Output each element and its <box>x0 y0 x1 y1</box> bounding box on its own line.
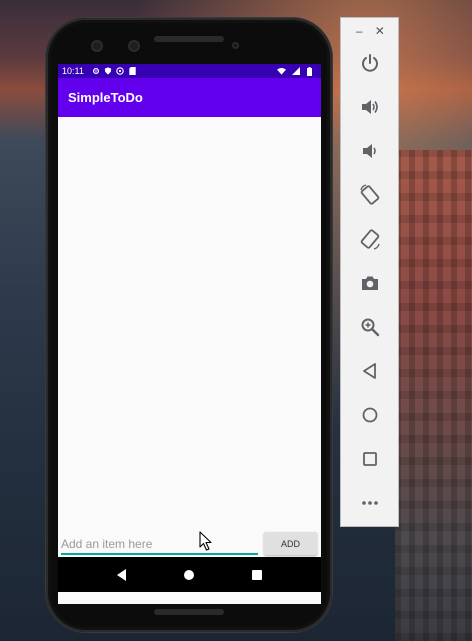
camera-icon <box>362 276 378 290</box>
volume-down-icon <box>363 144 376 158</box>
rotate-right-button[interactable] <box>357 226 383 252</box>
back-icon <box>363 363 376 379</box>
front-sensor-icon <box>128 40 140 52</box>
at-icon <box>116 67 125 76</box>
add-button[interactable]: ADD <box>264 532 317 555</box>
zoom-button[interactable] <box>357 314 383 340</box>
bottom-speaker <box>154 609 224 615</box>
sd-card-icon <box>128 67 137 76</box>
mouse-cursor-icon <box>199 531 212 551</box>
top-speaker <box>154 36 224 42</box>
phone-screen: 10:11 SimpleToDo Add an item here ADD <box>58 64 321 604</box>
android-nav-bar <box>58 557 321 592</box>
status-right-icons <box>277 66 317 76</box>
status-time: 10:11 <box>62 66 84 76</box>
emulator-phone-frame: 10:11 SimpleToDo Add an item here ADD <box>46 18 332 632</box>
nav-back-button[interactable] <box>110 563 134 587</box>
screenshot-button[interactable] <box>357 270 383 296</box>
volume-down-button[interactable] <box>357 138 383 164</box>
front-camera-icon <box>91 40 103 52</box>
overview-icon <box>363 452 377 466</box>
rotate-left-button[interactable] <box>357 182 383 208</box>
more-button[interactable] <box>357 490 383 516</box>
emulator-toolbar: – ✕ <box>340 17 399 527</box>
toolbar-back-button[interactable] <box>357 358 383 384</box>
rotate-left-icon <box>360 184 380 205</box>
power-icon <box>362 54 378 72</box>
todo-list[interactable] <box>58 117 321 529</box>
minimize-icon[interactable]: – <box>352 24 366 38</box>
proximity-sensor-icon <box>232 42 239 49</box>
home-icon <box>362 407 378 423</box>
power-button[interactable] <box>357 50 383 76</box>
volume-up-icon <box>362 100 378 114</box>
close-icon[interactable]: ✕ <box>373 24 387 38</box>
app-title: SimpleToDo <box>68 90 143 105</box>
rotate-right-icon <box>360 229 380 250</box>
add-item-row: ADD <box>58 529 321 556</box>
signal-icon <box>291 67 300 76</box>
nav-recents-button[interactable] <box>245 563 269 587</box>
add-item-input[interactable] <box>61 535 258 555</box>
nav-home-button[interactable] <box>177 563 201 587</box>
back-icon <box>116 568 126 581</box>
home-icon <box>184 569 195 580</box>
shield-icon <box>104 67 113 76</box>
app-bar: SimpleToDo <box>58 78 321 117</box>
battery-icon <box>305 66 314 76</box>
volume-up-button[interactable] <box>357 94 383 120</box>
wallpaper-town <box>395 150 472 641</box>
more-icon <box>362 501 378 505</box>
toolbar-overview-button[interactable] <box>357 446 383 472</box>
recents-icon <box>252 569 263 580</box>
toolbar-window-controls: – ✕ <box>341 18 398 44</box>
wifi-icon <box>277 67 286 76</box>
status-bar: 10:11 <box>58 64 321 78</box>
toolbar-home-button[interactable] <box>357 402 383 428</box>
gear-icon <box>92 67 101 76</box>
zoom-icon <box>361 318 380 337</box>
